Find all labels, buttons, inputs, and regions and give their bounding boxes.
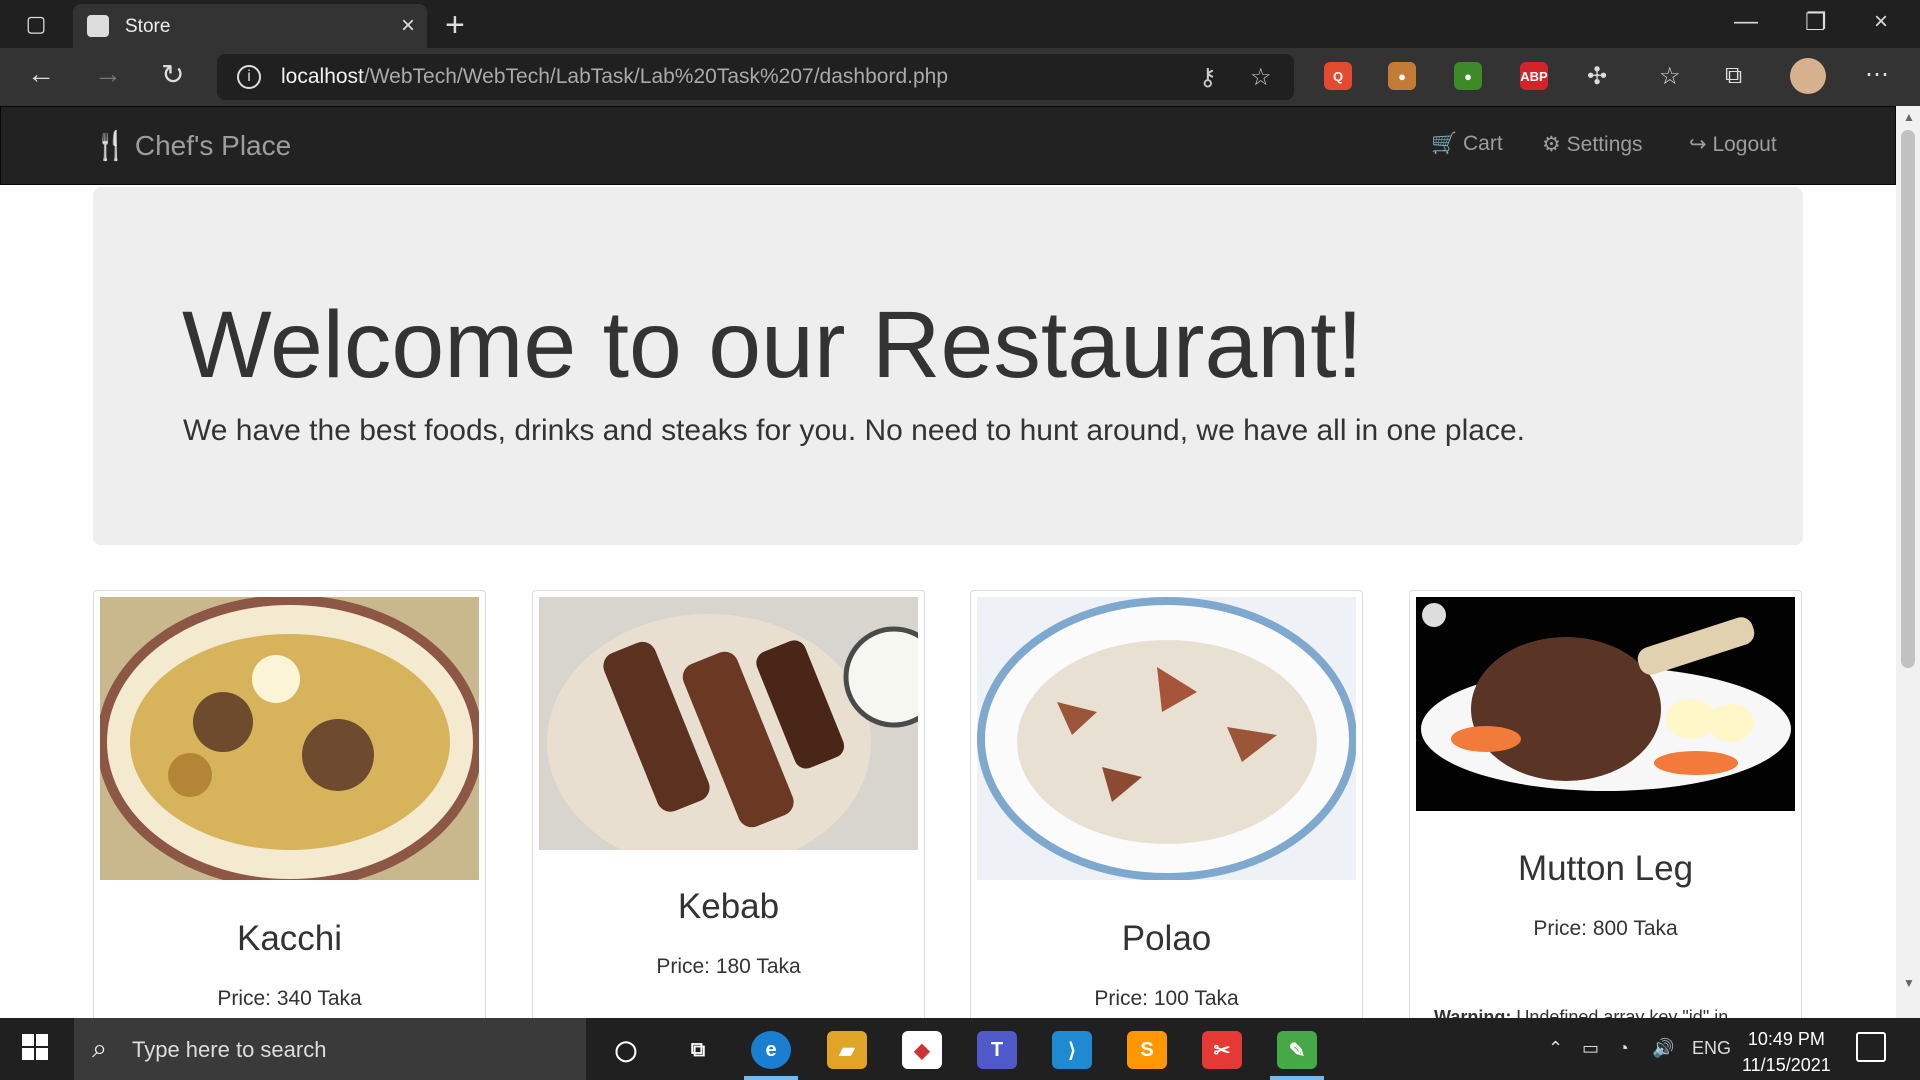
cart-link[interactable]: 🛒 Cart [1431, 132, 1503, 156]
browser-toolbar: ← → ↻ i localhost/WebTech/WebTech/LabTas… [0, 48, 1920, 106]
edge-active-indicator [744, 1076, 798, 1080]
notifications-icon[interactable] [1856, 1032, 1886, 1062]
favorites-icon[interactable]: ☆ [1659, 62, 1681, 91]
gear-icon: ⚙ [1542, 133, 1561, 156]
refresh-icon[interactable]: ↻ [161, 58, 184, 91]
brand-link[interactable]: 🍴 Chef's Place [93, 129, 291, 162]
more-menu-icon[interactable]: ⋯ [1865, 60, 1889, 89]
product-card-mutton-leg[interactable]: Mutton Leg Price: 800 Taka Warning: Unde… [1409, 590, 1802, 1040]
logout-link[interactable]: ↪ Logout [1689, 132, 1777, 157]
vscode-icon[interactable]: ⟩ [1052, 1031, 1092, 1069]
app-pinned-icon[interactable]: ◆ [902, 1031, 942, 1069]
favorite-add-icon[interactable]: ☆ [1250, 63, 1272, 92]
browser-tab-strip: ▢ Store × + — ❐ × [0, 0, 1920, 48]
product-card-kebab[interactable]: Kebab Price: 180 Taka [532, 590, 925, 1040]
profile-avatar[interactable] [1790, 58, 1826, 94]
notepad-plus-icon[interactable]: ✎ [1277, 1031, 1317, 1069]
tab-actions-icon[interactable]: ▢ [14, 10, 58, 38]
start-icon[interactable] [22, 1034, 48, 1060]
extension-cookie-icon[interactable]: ● [1388, 62, 1416, 90]
product-card-kacchi[interactable]: Kacchi Price: 340 Taka [93, 590, 486, 1040]
product-price: Price: 340 Taka [217, 987, 362, 1010]
polao-image [977, 597, 1356, 880]
site-navbar: 🍴 Chef's Place 🛒 Cart ⚙ Settings ↪ Logout [0, 106, 1896, 185]
search-icon: ⌕ [92, 1033, 108, 1063]
extension-green-icon[interactable]: ● [1454, 62, 1482, 90]
windows-taskbar: ⌕ Type here to search ◯ ⧉ e ▰ ◆ T ⟩ S ✂ … [0, 1018, 1920, 1080]
window-close-icon[interactable]: × [1874, 8, 1888, 36]
hero-subtitle: We have the best foods, drinks and steak… [183, 414, 1525, 447]
clock-date: 11/15/2021 [1742, 1055, 1831, 1075]
site-info-icon[interactable]: i [237, 65, 261, 89]
product-price: Price: 100 Taka [1094, 987, 1239, 1010]
cutlery-icon: 🍴 [93, 130, 128, 161]
close-tab-icon[interactable]: × [401, 12, 415, 40]
wifi-icon[interactable]: ◔ [1618, 1038, 1629, 1059]
snipping-tool-icon[interactable]: ✂ [1202, 1031, 1242, 1069]
password-key-icon[interactable]: ⚷ [1199, 63, 1217, 92]
tab-favicon-icon [87, 15, 109, 37]
web-page-viewport: 🍴 Chef's Place 🛒 Cart ⚙ Settings ↪ Logout… [0, 106, 1920, 1040]
teams-icon[interactable]: T [977, 1031, 1017, 1069]
forward-icon: → [94, 58, 122, 89]
kacchi-image [100, 597, 479, 880]
back-icon[interactable]: ← [27, 58, 55, 90]
logout-label: Logout [1712, 133, 1777, 156]
battery-icon[interactable]: ▭ [1582, 1038, 1599, 1059]
task-view-icon[interactable]: ⧉ [678, 1031, 718, 1069]
vertical-scroll-thumb[interactable] [1901, 130, 1915, 668]
taskbar-search-box[interactable]: ⌕ Type here to search [74, 1018, 586, 1080]
product-name: Kebab [677, 887, 780, 926]
mutton-leg-image [1416, 597, 1795, 811]
product-price: Price: 800 Taka [1533, 917, 1678, 940]
product-name: Mutton Leg [1517, 849, 1694, 888]
adblock-plus-icon[interactable]: ABP [1520, 62, 1548, 90]
address-url[interactable]: localhost/WebTech/WebTech/LabTask/Lab%20… [281, 65, 948, 89]
sublime-text-icon[interactable]: S [1127, 1031, 1167, 1069]
active-tab[interactable]: Store × [73, 4, 427, 48]
file-explorer-icon[interactable]: ▰ [827, 1031, 867, 1069]
system-clock[interactable]: 10:49 PM 11/15/2021 [1742, 1026, 1831, 1078]
new-tab-icon[interactable]: + [445, 6, 465, 45]
scroll-down-icon[interactable]: ▼ [1903, 976, 1915, 990]
url-host: localhost [281, 65, 364, 88]
kebab-image [539, 597, 918, 850]
settings-link[interactable]: ⚙ Settings [1542, 132, 1643, 157]
collections-icon[interactable]: ⧉ [1725, 62, 1742, 90]
cart-icon: 🛒 [1431, 132, 1458, 155]
edge-icon[interactable]: e [751, 1031, 791, 1069]
notepad-active-indicator [1270, 1076, 1324, 1080]
taskbar-search-placeholder: Type here to search [132, 1037, 327, 1062]
product-name: Polao [1121, 919, 1212, 958]
url-path: /WebTech/WebTech/LabTask/Lab%20Task%207/… [363, 65, 948, 88]
hero-section: Welcome to our Restaurant! We have the b… [93, 187, 1803, 545]
tab-title: Store [125, 16, 171, 37]
restore-icon[interactable]: ❐ [1805, 8, 1827, 37]
minimize-icon[interactable]: — [1734, 8, 1758, 36]
show-hidden-icons-icon[interactable]: ⌃ [1548, 1038, 1563, 1059]
product-name: Kacchi [236, 919, 343, 958]
extensions-icon[interactable]: ✣ [1587, 62, 1607, 91]
extension-orange-icon[interactable]: Q [1324, 62, 1352, 90]
vertical-scrollbar[interactable]: ▲ ▼ [1896, 106, 1920, 1040]
hero-title: Welcome to our Restaurant! [182, 292, 1364, 398]
brand-name: Chef's Place [134, 130, 292, 161]
scroll-up-icon[interactable]: ▲ [1903, 110, 1915, 124]
address-bar[interactable]: i localhost/WebTech/WebTech/LabTask/Lab%… [217, 54, 1294, 100]
settings-label: Settings [1566, 133, 1643, 156]
cortana-icon[interactable]: ◯ [606, 1031, 646, 1069]
product-card-polao[interactable]: Polao Price: 100 Taka [970, 590, 1363, 1040]
language-indicator[interactable]: ENG [1692, 1038, 1731, 1059]
logout-icon: ↪ [1689, 133, 1707, 156]
product-price: Price: 180 Taka [656, 955, 801, 978]
clock-time: 10:49 PM [1747, 1029, 1825, 1049]
volume-icon[interactable]: 🔊 [1652, 1038, 1674, 1059]
cart-label: Cart [1463, 132, 1503, 155]
